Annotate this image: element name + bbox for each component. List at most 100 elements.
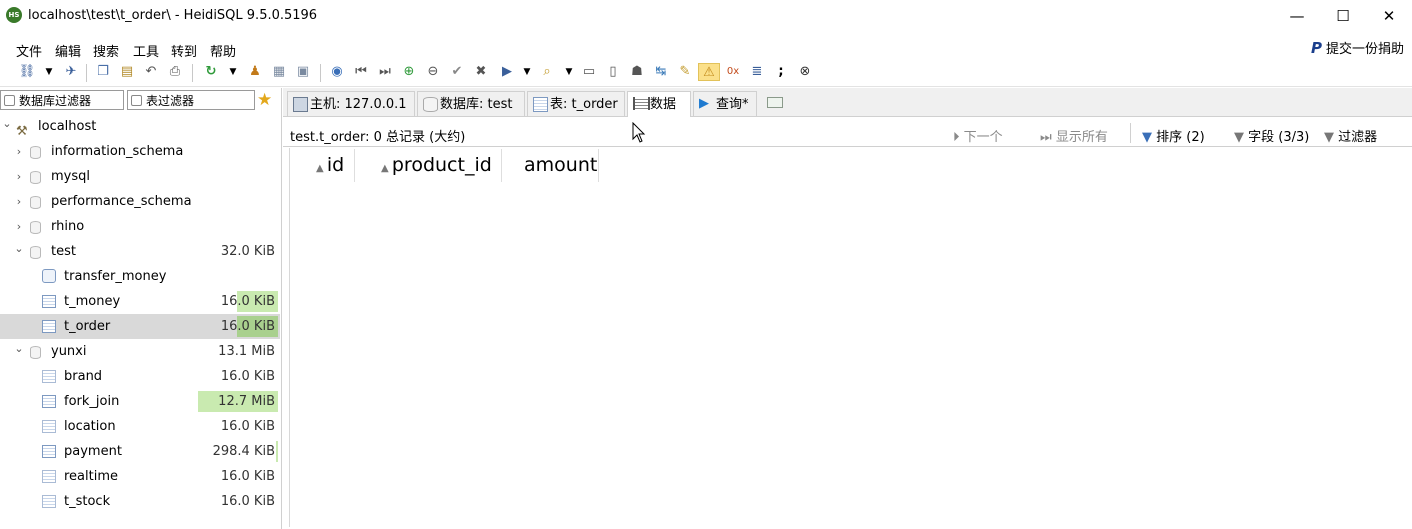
stop-icon[interactable]: ⊗: [796, 63, 814, 81]
user-manager-icon[interactable]: ♟: [246, 63, 264, 81]
menu-edit[interactable]: 编辑: [55, 41, 81, 60]
sort-label: 排序 (2): [1156, 130, 1205, 145]
tree-item-information-schema[interactable]: › information_schema: [0, 139, 280, 164]
column-header-amount[interactable]: amount: [502, 149, 599, 182]
insert-row-icon[interactable]: ⊕: [400, 63, 418, 81]
menu-search[interactable]: 搜索: [93, 41, 119, 60]
tree-item-payment[interactable]: payment 298.4 KiB: [0, 439, 280, 464]
warning-icon[interactable]: ⚠: [698, 63, 720, 81]
word-wrap-icon[interactable]: ↹: [652, 63, 670, 81]
data-grid[interactable]: ▲ id ▲ product_id amount: [289, 148, 1411, 527]
tab-data[interactable]: 数据: [627, 91, 691, 117]
search-replace-icon[interactable]: ⌕: [538, 63, 556, 81]
execute-query-icon[interactable]: ▶: [498, 63, 516, 81]
sort-funnel-icon: ▼: [1142, 130, 1157, 145]
toolbar-separator: [1130, 123, 1131, 143]
semicolon-icon[interactable]: ;: [772, 63, 790, 81]
tree-item-fork-join[interactable]: fork_join 12.7 MiB: [0, 389, 280, 414]
menu-file[interactable]: 文件: [16, 41, 42, 60]
tab-host[interactable]: 主机: 127.0.0.1: [287, 91, 415, 116]
tree-item-localhost[interactable]: ⌄ ⚒ localhost: [0, 114, 280, 139]
tree-item-label: information_schema: [51, 144, 184, 159]
tree-item-t-order[interactable]: t_order 16.0 KiB: [0, 314, 280, 339]
tree-item-mysql[interactable]: › mysql: [0, 164, 280, 189]
collapse-chevron-icon[interactable]: ⌄: [2, 111, 12, 136]
import-icon[interactable]: ▦: [270, 63, 288, 81]
maximize-button[interactable]: ☐: [1320, 0, 1366, 32]
help-icon[interactable]: ◉: [328, 63, 346, 81]
cancel-changes-icon[interactable]: ✖: [472, 63, 490, 81]
tab-query[interactable]: ▶ 查询*: [693, 91, 757, 116]
tree-item-yunxi[interactable]: ⌄ yunxi 13.1 MiB: [0, 339, 280, 364]
next-button[interactable]: ⏵ 下一个: [953, 126, 1003, 145]
tree-item-performance-schema[interactable]: › performance_schema: [0, 189, 280, 214]
tree-item-size: 32.0 KiB: [220, 244, 275, 259]
undo-icon[interactable]: ↶: [142, 63, 160, 81]
tree-item-rhino[interactable]: › rhino: [0, 214, 280, 239]
edit-icon[interactable]: ✎: [676, 63, 694, 81]
tree-item-label: performance_schema: [51, 194, 192, 209]
heidisql-app-icon[interactable]: HS: [6, 7, 22, 23]
toolbar-separator: [192, 64, 193, 82]
dropdown-arrow-icon[interactable]: ▼: [560, 63, 578, 81]
tree-item-transfer-money[interactable]: transfer_money: [0, 264, 280, 289]
export-icon[interactable]: ▣: [294, 63, 312, 81]
hex-editor-icon[interactable]: 0x: [724, 63, 742, 81]
tree-item-t-stock[interactable]: t_stock 16.0 KiB: [0, 489, 280, 514]
disconnect-icon[interactable]: ✈: [62, 63, 80, 81]
tree-item-realtime[interactable]: realtime 16.0 KiB: [0, 464, 280, 489]
column-header-id[interactable]: ▲ id: [290, 149, 355, 182]
tab-database[interactable]: 数据库: test: [417, 91, 525, 116]
procedure-icon: [42, 269, 56, 283]
database-filter-input[interactable]: 数据库过滤器: [0, 90, 124, 110]
columns-funnel-icon: ▼: [1234, 130, 1249, 145]
tree-item-test[interactable]: ⌄ test 32.0 KiB: [0, 239, 280, 264]
tree-item-label: realtime: [64, 469, 119, 484]
tab-table[interactable]: 表: t_order: [527, 91, 625, 116]
expand-chevron-icon[interactable]: ›: [14, 189, 24, 214]
find-icon[interactable]: ☗: [628, 63, 646, 81]
expand-chevron-icon[interactable]: ›: [14, 139, 24, 164]
tree-item-brand[interactable]: brand 16.0 KiB: [0, 364, 280, 389]
list-icon[interactable]: ≣: [748, 63, 766, 81]
tree-item-t-money[interactable]: t_money 16.0 KiB: [0, 289, 280, 314]
tree-item-label: t_order: [64, 319, 111, 334]
dropdown-arrow-icon[interactable]: ▼: [518, 63, 536, 81]
first-record-icon[interactable]: ⏮: [352, 63, 370, 81]
close-window-button[interactable]: ✕: [1366, 0, 1412, 32]
menu-goto[interactable]: 转到: [171, 41, 197, 60]
paste-icon[interactable]: ▤: [118, 63, 136, 81]
dropdown-arrow-icon[interactable]: ▼: [224, 63, 242, 81]
save-as-icon[interactable]: ▯: [604, 63, 622, 81]
table-filter-input[interactable]: 表过滤器: [127, 90, 255, 110]
column-header-product-id[interactable]: ▲ product_id: [355, 149, 502, 182]
menu-help[interactable]: 帮助: [210, 41, 236, 60]
expand-chevron-icon[interactable]: ›: [14, 164, 24, 189]
tab-bar: 主机: 127.0.0.1 数据库: test 表: t_order 数据 ▶ …: [283, 88, 1412, 117]
favorites-star-icon[interactable]: ★: [257, 90, 272, 110]
copy-icon[interactable]: ❐: [94, 63, 112, 81]
refresh-icon[interactable]: ↻: [202, 63, 220, 81]
session-manager-icon[interactable]: ⛓: [18, 63, 36, 81]
show-all-button[interactable]: ⏭ 显示所有: [1040, 126, 1108, 145]
donate-button[interactable]: P 提交一份捐助: [1311, 38, 1404, 57]
save-icon[interactable]: ▭: [580, 63, 598, 81]
menu-tools[interactable]: 工具: [133, 41, 159, 60]
paypal-icon: P: [1310, 39, 1322, 57]
collapse-chevron-icon[interactable]: ⌄: [14, 336, 24, 361]
tree-item-size: 16.0 KiB: [220, 319, 275, 334]
minimize-button[interactable]: —: [1274, 0, 1320, 32]
columns-button[interactable]: ▼ 字段 (3/3): [1234, 126, 1309, 145]
delete-row-icon[interactable]: ⊖: [424, 63, 442, 81]
print-icon[interactable]: ⎙: [166, 63, 184, 81]
tree-item-location[interactable]: location 16.0 KiB: [0, 414, 280, 439]
new-query-tab-icon[interactable]: [767, 97, 783, 108]
collapse-chevron-icon[interactable]: ⌄: [14, 236, 24, 261]
tree-item-size: 16.0 KiB: [220, 494, 275, 509]
post-changes-icon[interactable]: ✔: [448, 63, 466, 81]
sort-button[interactable]: ▼ 排序 (2): [1142, 126, 1205, 145]
dropdown-arrow-icon[interactable]: ▼: [40, 63, 58, 81]
filter-button[interactable]: ▼ 过滤器: [1324, 126, 1377, 145]
tree-item-label: rhino: [51, 219, 85, 234]
last-record-icon[interactable]: ⏭: [376, 63, 394, 81]
